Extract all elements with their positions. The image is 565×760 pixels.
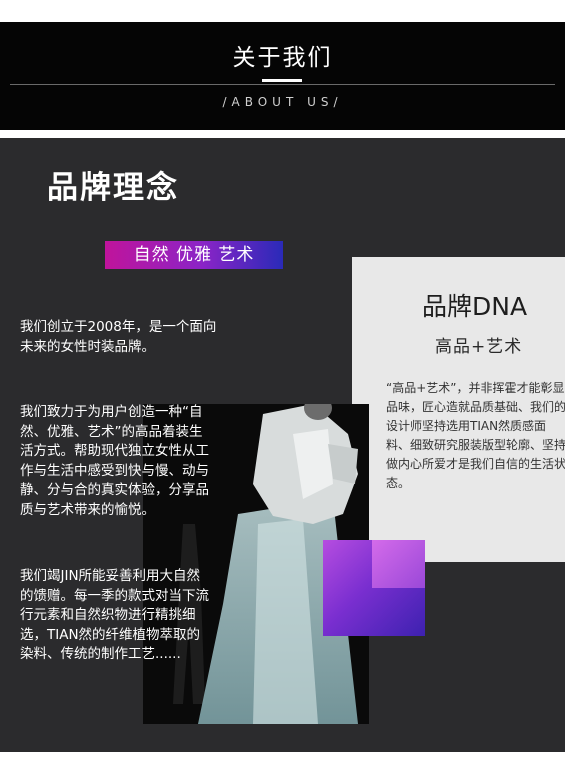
brand-paragraph-1: 我们创立于2008年，是一个面向未来的女性时装品牌。 xyxy=(20,319,217,355)
title-underline xyxy=(262,79,302,82)
pink-overlay-square xyxy=(372,540,425,588)
brand-paragraph-2: 我们致力于为用户创造一种“自然、优雅、艺术”的高品着装生活方式。帮助现代独立女性… xyxy=(20,404,209,518)
header-banner: 关于我们 /ABOUT US/ xyxy=(0,22,565,130)
tagline-badge: 自然 优雅 艺术 xyxy=(105,241,283,269)
dna-title: 品牌DNA xyxy=(422,292,528,321)
dna-description: “高品+艺术”，并非挥霍才能彰显品味，匠心造就品质基础、我们的设计师坚持选用TI… xyxy=(386,381,565,490)
brand-paragraph-3: 我们竭JIN所能妥善利用大自然的馈赠。每一季的款式对当下流行元素和自然织物进行精… xyxy=(20,568,209,662)
brand-title: 品牌理念 xyxy=(47,170,179,206)
bottom-band xyxy=(0,752,565,760)
dna-card: 品牌DNA 高品+艺术 “高品+艺术”，并非挥霍才能彰显品味，匠心造就品质基础、… xyxy=(352,257,565,562)
page-title: 关于我们 xyxy=(232,45,333,71)
header-divider xyxy=(10,84,555,85)
page-subtitle: /ABOUT US/ xyxy=(222,95,343,109)
dna-subtitle: 高品+艺术 xyxy=(435,337,523,357)
